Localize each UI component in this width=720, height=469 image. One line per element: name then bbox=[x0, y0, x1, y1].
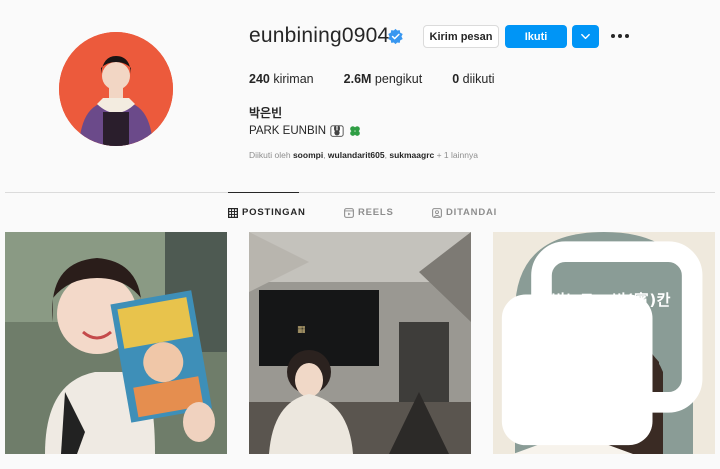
active-tab-indicator bbox=[228, 192, 299, 193]
carousel-icon bbox=[501, 241, 703, 446]
more-options-icon[interactable] bbox=[611, 29, 631, 43]
post-thumbnail[interactable]: ▦ bbox=[249, 232, 471, 454]
profile-avatar[interactable] bbox=[59, 32, 173, 146]
following-count: 0 bbox=[452, 72, 460, 86]
profile-full-name: 박은빈 bbox=[249, 106, 283, 120]
verified-badge-icon bbox=[388, 28, 403, 45]
send-message-button[interactable]: Kirim pesan bbox=[423, 25, 499, 48]
posts-stat: 240 kiriman bbox=[249, 72, 314, 86]
tab-tagged-label: DITANDAI bbox=[446, 207, 498, 218]
followed-by-text[interactable]: Diikuti oleh soompi, wulandarit605, sukm… bbox=[249, 150, 478, 160]
followed-by-more: + 1 lainnya bbox=[436, 150, 478, 160]
rabbit-icon bbox=[330, 125, 344, 137]
tab-posts-label: POSTINGAN bbox=[242, 207, 306, 218]
follower-user-1[interactable]: soompi bbox=[293, 150, 323, 160]
tagged-icon bbox=[432, 207, 442, 218]
bio-text: PARK EUNBIN bbox=[249, 125, 327, 137]
followers-label: pengikut bbox=[374, 72, 423, 86]
tab-reels[interactable]: REELS bbox=[344, 207, 394, 218]
tab-posts[interactable]: POSTINGAN bbox=[228, 207, 306, 218]
grid-icon bbox=[228, 207, 238, 218]
post-thumbnail[interactable]: — 은빈노트 : 빈(賓)칸 bbox=[493, 232, 715, 454]
dot bbox=[611, 34, 615, 38]
post-thumbnail[interactable] bbox=[5, 232, 227, 454]
chevron-down-icon bbox=[581, 33, 590, 40]
dot bbox=[618, 34, 622, 38]
avatar-image bbox=[59, 32, 173, 146]
posts-count: 240 bbox=[249, 72, 270, 86]
followers-stat[interactable]: 2.6M pengikut bbox=[344, 72, 423, 86]
posts-label: kiriman bbox=[273, 72, 314, 86]
dot bbox=[625, 34, 629, 38]
tab-reels-label: REELS bbox=[358, 207, 394, 218]
profile-username: eunbining0904 bbox=[249, 24, 390, 47]
reels-icon bbox=[344, 207, 354, 218]
screen-logo: ▦ bbox=[297, 325, 306, 335]
tabs-divider bbox=[5, 192, 715, 193]
follow-button[interactable]: Ikuti bbox=[505, 25, 567, 48]
following-stat[interactable]: 0 diikuti bbox=[452, 72, 494, 86]
post-image-selfie bbox=[5, 232, 227, 454]
profile-bio: PARK EUNBIN bbox=[249, 124, 362, 138]
clover-icon bbox=[350, 126, 360, 136]
follower-user-3[interactable]: sukmaagrc bbox=[389, 150, 434, 160]
followed-by-prefix: Diikuti oleh bbox=[249, 150, 291, 160]
following-label: diikuti bbox=[462, 72, 495, 86]
followers-count: 2.6M bbox=[343, 72, 372, 86]
post-image-office: ▦ bbox=[249, 232, 471, 454]
suggested-accounts-button[interactable] bbox=[572, 25, 599, 48]
profile-stats: 240 kiriman 2.6M pengikut 0 diikuti bbox=[249, 72, 525, 86]
tab-tagged[interactable]: DITANDAI bbox=[432, 207, 497, 218]
follower-user-2[interactable]: wulandarit605 bbox=[328, 150, 385, 160]
